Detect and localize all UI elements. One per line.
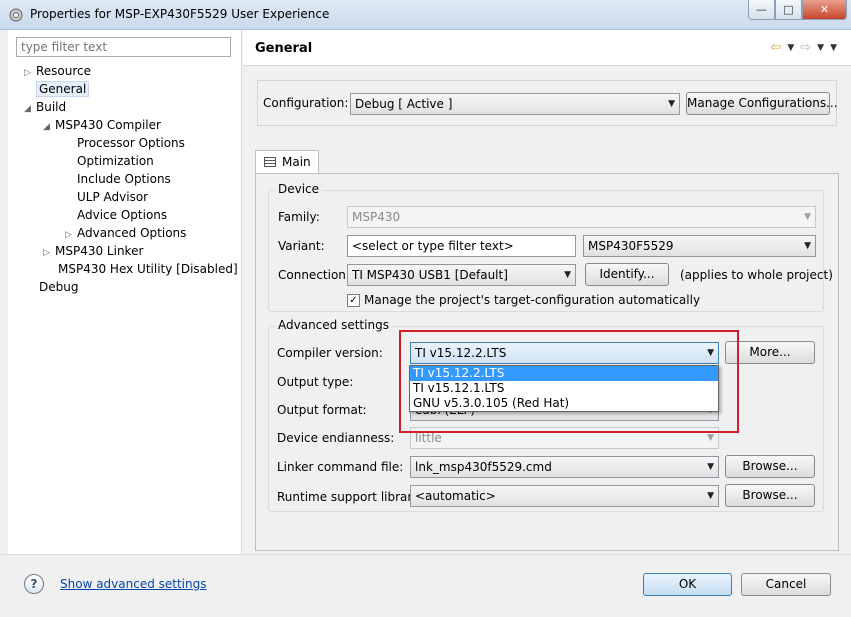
tree-item-msp430-hex-utility[interactable]: MSP430 Hex Utility [Disabled]: [58, 260, 238, 278]
title-bar: Properties for MSP-EXP430F5529 User Expe…: [0, 0, 851, 30]
forward-arrow-icon[interactable]: ⇨: [800, 40, 811, 55]
family-label: Family:: [278, 210, 320, 224]
forward-dropdown-icon[interactable]: ▼: [817, 40, 824, 55]
variant-filter-input[interactable]: <select or type filter text>: [347, 235, 576, 257]
linker-command-file-select[interactable]: lnk_msp430f5529.cmd ▼: [410, 456, 719, 478]
property-tree-panel: ▷Resource General ◢Build ◢MSP430 Compile…: [8, 30, 242, 554]
page-title: General: [255, 41, 313, 56]
tree-item-optimization[interactable]: Optimization: [77, 152, 154, 170]
browse-runtime-button[interactable]: Browse...: [725, 484, 815, 507]
highlight-annotation: [399, 330, 739, 433]
property-page: General ⇦ ▼ ⇨ ▼ ▼ Configuration: Debug […: [243, 30, 851, 554]
variant-select[interactable]: MSP430F5529 ▼: [583, 235, 816, 257]
connection-label: Connection:: [278, 268, 350, 282]
chevron-down-icon: ▼: [668, 99, 675, 109]
browse-linker-button[interactable]: Browse...: [725, 455, 815, 478]
back-dropdown-icon[interactable]: ▼: [787, 40, 794, 55]
configuration-box: Configuration: Debug [ Active ] ▼ Manage…: [257, 80, 838, 126]
runtime-library-select[interactable]: <automatic> ▼: [410, 485, 719, 507]
connection-select[interactable]: TI MSP430 USB1 [Default] ▼: [347, 264, 576, 286]
applies-note: (applies to whole project): [680, 268, 833, 282]
chevron-down-icon: ▼: [804, 212, 811, 222]
tree-item-build[interactable]: ◢ Build: [24, 98, 66, 116]
tree-item-debug[interactable]: Debug: [39, 278, 78, 296]
expand-arrow-icon[interactable]: ▷: [43, 244, 55, 262]
tree-item-msp430-linker[interactable]: ▷ MSP430 Linker: [43, 242, 143, 260]
configuration-label: Configuration:: [263, 96, 349, 110]
identify-button[interactable]: Identify...: [585, 263, 669, 286]
chevron-down-icon: ▼: [707, 491, 714, 501]
table-icon: [264, 157, 276, 167]
tree-item-include-options[interactable]: Include Options: [77, 170, 171, 188]
runtime-library-label: Runtime support library:: [277, 490, 423, 504]
expand-arrow-icon[interactable]: ▷: [24, 64, 36, 82]
manage-configurations-button[interactable]: Manage Configurations...: [686, 92, 838, 115]
collapse-arrow-icon[interactable]: ◢: [24, 100, 36, 118]
device-group-title: Device: [275, 182, 323, 196]
filter-input[interactable]: [16, 37, 231, 57]
tree-item-advice-options[interactable]: Advice Options: [77, 206, 167, 224]
device-endianness-label: Device endianness:: [277, 431, 395, 445]
tree-item-processor-options[interactable]: Processor Options: [77, 134, 185, 152]
window-title: Properties for MSP-EXP430F5529 User Expe…: [30, 7, 330, 21]
family-select: MSP430 ▼: [347, 206, 816, 228]
output-type-label: Output type:: [277, 375, 354, 389]
minimize-button[interactable]: —: [748, 0, 775, 20]
linker-command-file-label: Linker command file:: [277, 460, 404, 474]
tree-item-advanced-options[interactable]: ▷ Advanced Options: [65, 224, 186, 242]
cancel-button[interactable]: Cancel: [741, 573, 831, 596]
manage-target-label: Manage the project's target-configuratio…: [364, 293, 701, 307]
tree-item-ulp-advisor[interactable]: ULP Advisor: [77, 188, 148, 206]
show-advanced-settings-link[interactable]: Show advanced settings: [60, 577, 207, 591]
ok-button[interactable]: OK: [643, 573, 732, 596]
manage-target-checkbox[interactable]: ✓: [347, 294, 360, 307]
chevron-down-icon: ▼: [707, 462, 714, 472]
tree-item-resource[interactable]: ▷ Resource: [24, 62, 91, 80]
eclipse-gear-icon: [9, 8, 23, 22]
chevron-down-icon: ▼: [564, 270, 571, 280]
dialog-button-bar: ? Show advanced settings OK Cancel: [0, 554, 851, 617]
tree-item-general[interactable]: General: [36, 80, 90, 98]
page-header: General ⇦ ▼ ⇨ ▼ ▼: [243, 30, 851, 66]
tab-main[interactable]: Main: [255, 150, 319, 174]
compiler-version-label: Compiler version:: [277, 346, 383, 360]
maximize-button[interactable]: □: [775, 0, 802, 20]
configuration-select[interactable]: Debug [ Active ] ▼: [350, 93, 680, 115]
close-button[interactable]: ✕: [802, 0, 847, 20]
help-icon[interactable]: ?: [24, 574, 44, 594]
device-group: Device Family: MSP430 ▼ Variant: <select…: [268, 182, 833, 312]
advanced-group-title: Advanced settings: [275, 318, 392, 332]
output-format-label: Output format:: [277, 403, 367, 417]
chevron-down-icon: ▼: [804, 241, 811, 251]
collapse-arrow-icon[interactable]: ◢: [43, 118, 55, 136]
tree-item-msp430-compiler[interactable]: ◢ MSP430 Compiler: [43, 116, 161, 134]
back-arrow-icon[interactable]: ⇦: [770, 40, 781, 55]
view-menu-icon[interactable]: ▼: [830, 40, 837, 55]
variant-label: Variant:: [278, 239, 325, 253]
